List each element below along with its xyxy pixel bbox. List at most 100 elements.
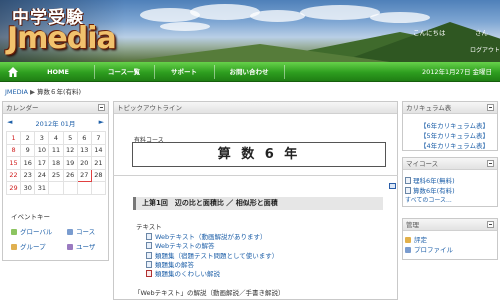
mycourse-collapse-button[interactable] [487, 160, 494, 167]
admin-collapse-button[interactable] [487, 221, 494, 228]
mountain-decoration [120, 44, 390, 62]
calendar-day[interactable]: 6 [76, 131, 92, 145]
calendar-empty-cell [90, 181, 107, 195]
logout-link[interactable]: ログアウト [470, 45, 500, 54]
calendar-grid: 1 2 3 4 5 6 7 8 9 10 11 12 13 14 15 16 17 18 19 20 21 22 23 24 2… [5, 131, 107, 195]
event-key-label: グローバル [20, 228, 53, 236]
user-name-text: さん [475, 29, 488, 37]
calendar-day[interactable]: 29 [5, 181, 22, 195]
main-nav: HOME コース一覧 サポート お問い合わせ 2012年1月27日 金曜日 [0, 62, 500, 82]
web-text-heading: 「Webテキスト」の解説（動画解説／手書き解説） [134, 289, 285, 297]
course-title-box: 算 数 6 年 [132, 142, 386, 167]
calendar-day[interactable]: 1 [5, 131, 22, 145]
current-date: 2012年1月27日 金曜日 [422, 68, 493, 76]
calendar-week-row: 8 9 10 11 12 13 14 [5, 143, 107, 157]
calendar-day[interactable]: 15 [5, 156, 22, 170]
resource-label: Webテキストの解答 [155, 242, 215, 250]
lesson-title: 上第1回 辺の比と面積比 ／ 相似形と面積 [133, 197, 383, 210]
event-key-title: イベントキー [11, 213, 50, 221]
profile-icon [405, 247, 411, 253]
document-icon [146, 252, 152, 259]
curriculum-link-4[interactable]: 【4年カリキュラム表】 [420, 140, 489, 150]
calendar-day[interactable]: 24 [34, 168, 50, 182]
calendar-day[interactable]: 26 [62, 168, 78, 182]
cloud-decoration [160, 22, 210, 31]
calendar-day[interactable]: 16 [20, 156, 36, 170]
calendar-day[interactable]: 19 [62, 156, 78, 170]
logo[interactable]: Jmedia [7, 21, 117, 56]
nav-course-list[interactable]: コース一覧 [94, 62, 154, 82]
resource-practice-explanations[interactable]: 類題集のくわしい解説 [146, 268, 220, 278]
calendar-nav: ◄ 2012年 01月 ► [3, 118, 108, 128]
calendar-day[interactable]: 18 [48, 156, 64, 170]
all-courses-link[interactable]: すべてのコース... [405, 195, 452, 204]
course-icon [405, 177, 411, 184]
cloud-decoration [190, 4, 260, 20]
calendar-day[interactable]: 5 [62, 131, 78, 145]
calendar-day[interactable]: 23 [20, 168, 36, 182]
event-key-user[interactable]: ユーザ [67, 241, 95, 251]
calendar-day[interactable]: 22 [5, 168, 22, 182]
admin-profile-link[interactable]: プロファイル [405, 244, 453, 254]
calendar-block-title: カレンダー [3, 102, 108, 114]
grades-icon [405, 237, 411, 243]
curriculum-link-6[interactable]: 【6年カリキュラム表】 [420, 120, 489, 130]
calendar-month-title[interactable]: 2012年 01月 [3, 118, 108, 128]
event-key-global[interactable]: グローバル [11, 226, 52, 236]
calendar-day[interactable]: 3 [34, 131, 50, 145]
section-toggle-icon[interactable] [389, 183, 396, 189]
resource-label: 類題集のくわしい解説 [155, 270, 220, 278]
nav-home[interactable]: HOME [22, 62, 94, 82]
home-icon[interactable] [7, 66, 19, 78]
topic-outline-title: トピックアウトライン [114, 102, 397, 114]
calendar-day[interactable]: 14 [90, 143, 107, 157]
cloud-decoration [250, 10, 305, 22]
document-icon [146, 233, 152, 240]
calendar-week-row: 1234567 [5, 131, 107, 145]
calendar-day[interactable]: 9 [20, 143, 36, 157]
course-link-math[interactable]: 算数6年(有料) [405, 185, 455, 195]
curriculum-link-5[interactable]: 【5年カリキュラム表】 [420, 130, 489, 140]
calendar-day[interactable]: 12 [62, 143, 78, 157]
event-key-group[interactable]: グループ [11, 241, 46, 251]
calendar-day[interactable]: 8 [5, 143, 22, 157]
header-banner: 中学受験 Jmedia こんにちは さん ログアウト [0, 0, 500, 62]
nav-contact[interactable]: お問い合わせ [214, 62, 284, 82]
event-key-label: グループ [20, 243, 46, 251]
user-event-icon [67, 244, 73, 250]
admin-grades-link[interactable]: 評定 [405, 234, 427, 244]
calendar-day[interactable]: 10 [34, 143, 50, 157]
admin-link-label: プロファイル [414, 246, 453, 254]
calendar-day[interactable]: 4 [48, 131, 64, 145]
calendar-day[interactable]: 31 [34, 181, 50, 195]
calendar-day[interactable]: 28 [90, 168, 107, 182]
calendar-today[interactable]: 27 [76, 168, 92, 182]
calendar-collapse-button[interactable] [98, 104, 105, 111]
admin-link-label: 評定 [414, 236, 427, 244]
curriculum-block-title: カリキュラム表 [403, 102, 497, 114]
calendar-day[interactable]: 7 [90, 131, 107, 145]
next-month-button[interactable]: ► [99, 118, 104, 126]
nav-support[interactable]: サポート [154, 62, 214, 82]
calendar-day[interactable]: 13 [76, 143, 92, 157]
pdf-icon [146, 270, 152, 277]
calendar-day[interactable]: 21 [90, 156, 107, 170]
course-icon [405, 187, 411, 194]
calendar-week-row: 22 23 24 25 26 27 28 [5, 168, 107, 182]
calendar-day[interactable]: 11 [48, 143, 64, 157]
curriculum-collapse-button[interactable] [487, 104, 494, 111]
event-key-course[interactable]: コース [67, 226, 95, 236]
calendar-day[interactable]: 20 [76, 156, 92, 170]
mycourse-block-title: マイコース [403, 158, 497, 170]
calendar-day[interactable]: 25 [48, 168, 64, 182]
course-link-label: 理科6年(無料) [413, 177, 455, 185]
resource-web-text-answers[interactable]: Webテキストの解答 [146, 240, 214, 250]
group-event-icon [11, 244, 17, 250]
calendar-day[interactable]: 17 [34, 156, 50, 170]
calendar-day[interactable]: 2 [20, 131, 36, 145]
course-link-science[interactable]: 理科6年(無料) [405, 175, 455, 185]
breadcrumb-root[interactable]: JMEDIA [5, 88, 28, 96]
calendar-day[interactable]: 30 [20, 181, 36, 195]
event-key-label: ユーザ [76, 243, 96, 251]
calendar-empty-cell [48, 181, 64, 195]
